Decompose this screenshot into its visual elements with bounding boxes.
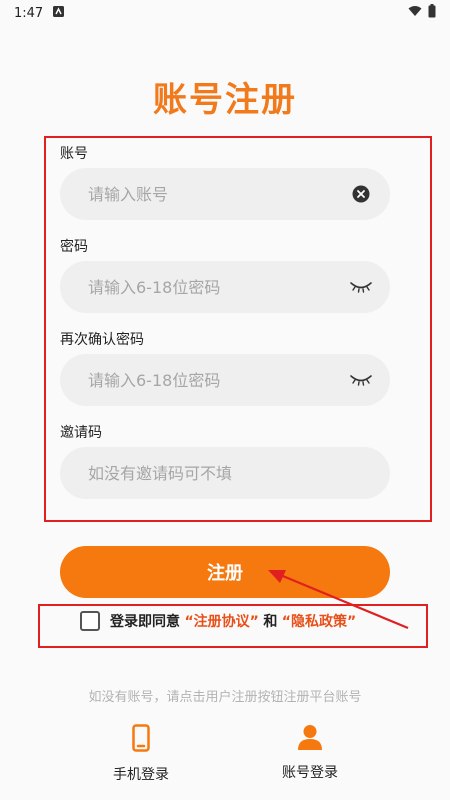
invite-code-field xyxy=(60,447,390,499)
android-notification-icon xyxy=(53,5,65,21)
user-icon xyxy=(297,724,323,754)
confirm-password-field xyxy=(60,354,390,406)
phone-icon xyxy=(132,724,150,756)
invite-code-input[interactable] xyxy=(88,463,372,483)
account-label: 账号 xyxy=(60,146,88,162)
clear-icon[interactable] xyxy=(350,183,372,205)
wifi-icon xyxy=(408,5,422,21)
account-field xyxy=(60,168,390,220)
status-time: 1:47 xyxy=(14,5,44,21)
page-title: 账号注册 xyxy=(153,80,297,120)
status-bar: 1:47 xyxy=(0,0,450,26)
confirm-password-input[interactable] xyxy=(88,370,350,390)
terms-link[interactable]: “注册协议” xyxy=(184,614,258,630)
hint-text: 如没有账号，请点击用户注册按钮注册平台账号 xyxy=(88,690,362,705)
agreement-prefix: 登录即同意 xyxy=(110,614,180,630)
phone-login-button[interactable]: 手机登录 xyxy=(91,724,191,784)
agreement-row: 登录即同意 “注册协议” 和 “隐私政策” xyxy=(80,610,356,632)
invite-code-label: 邀请码 xyxy=(60,425,102,441)
agreement-checkbox[interactable] xyxy=(80,611,100,631)
password-label: 密码 xyxy=(60,239,88,255)
account-input[interactable] xyxy=(88,184,350,204)
phone-login-label: 手机登录 xyxy=(113,767,169,783)
status-right xyxy=(408,4,436,22)
password-input[interactable] xyxy=(88,277,350,297)
register-button[interactable]: 注册 xyxy=(60,546,390,598)
eye-closed-icon[interactable] xyxy=(350,276,372,298)
eye-closed-icon[interactable] xyxy=(350,369,372,391)
battery-icon xyxy=(428,4,436,22)
privacy-link[interactable]: “隐私政策” xyxy=(282,614,356,630)
confirm-password-label: 再次确认密码 xyxy=(60,332,144,348)
agreement-joiner: 和 xyxy=(263,614,278,630)
status-left: 1:47 xyxy=(14,5,65,21)
account-login-button[interactable]: 账号登录 xyxy=(260,724,360,782)
password-field xyxy=(60,261,390,313)
account-login-label: 账号登录 xyxy=(282,765,338,781)
